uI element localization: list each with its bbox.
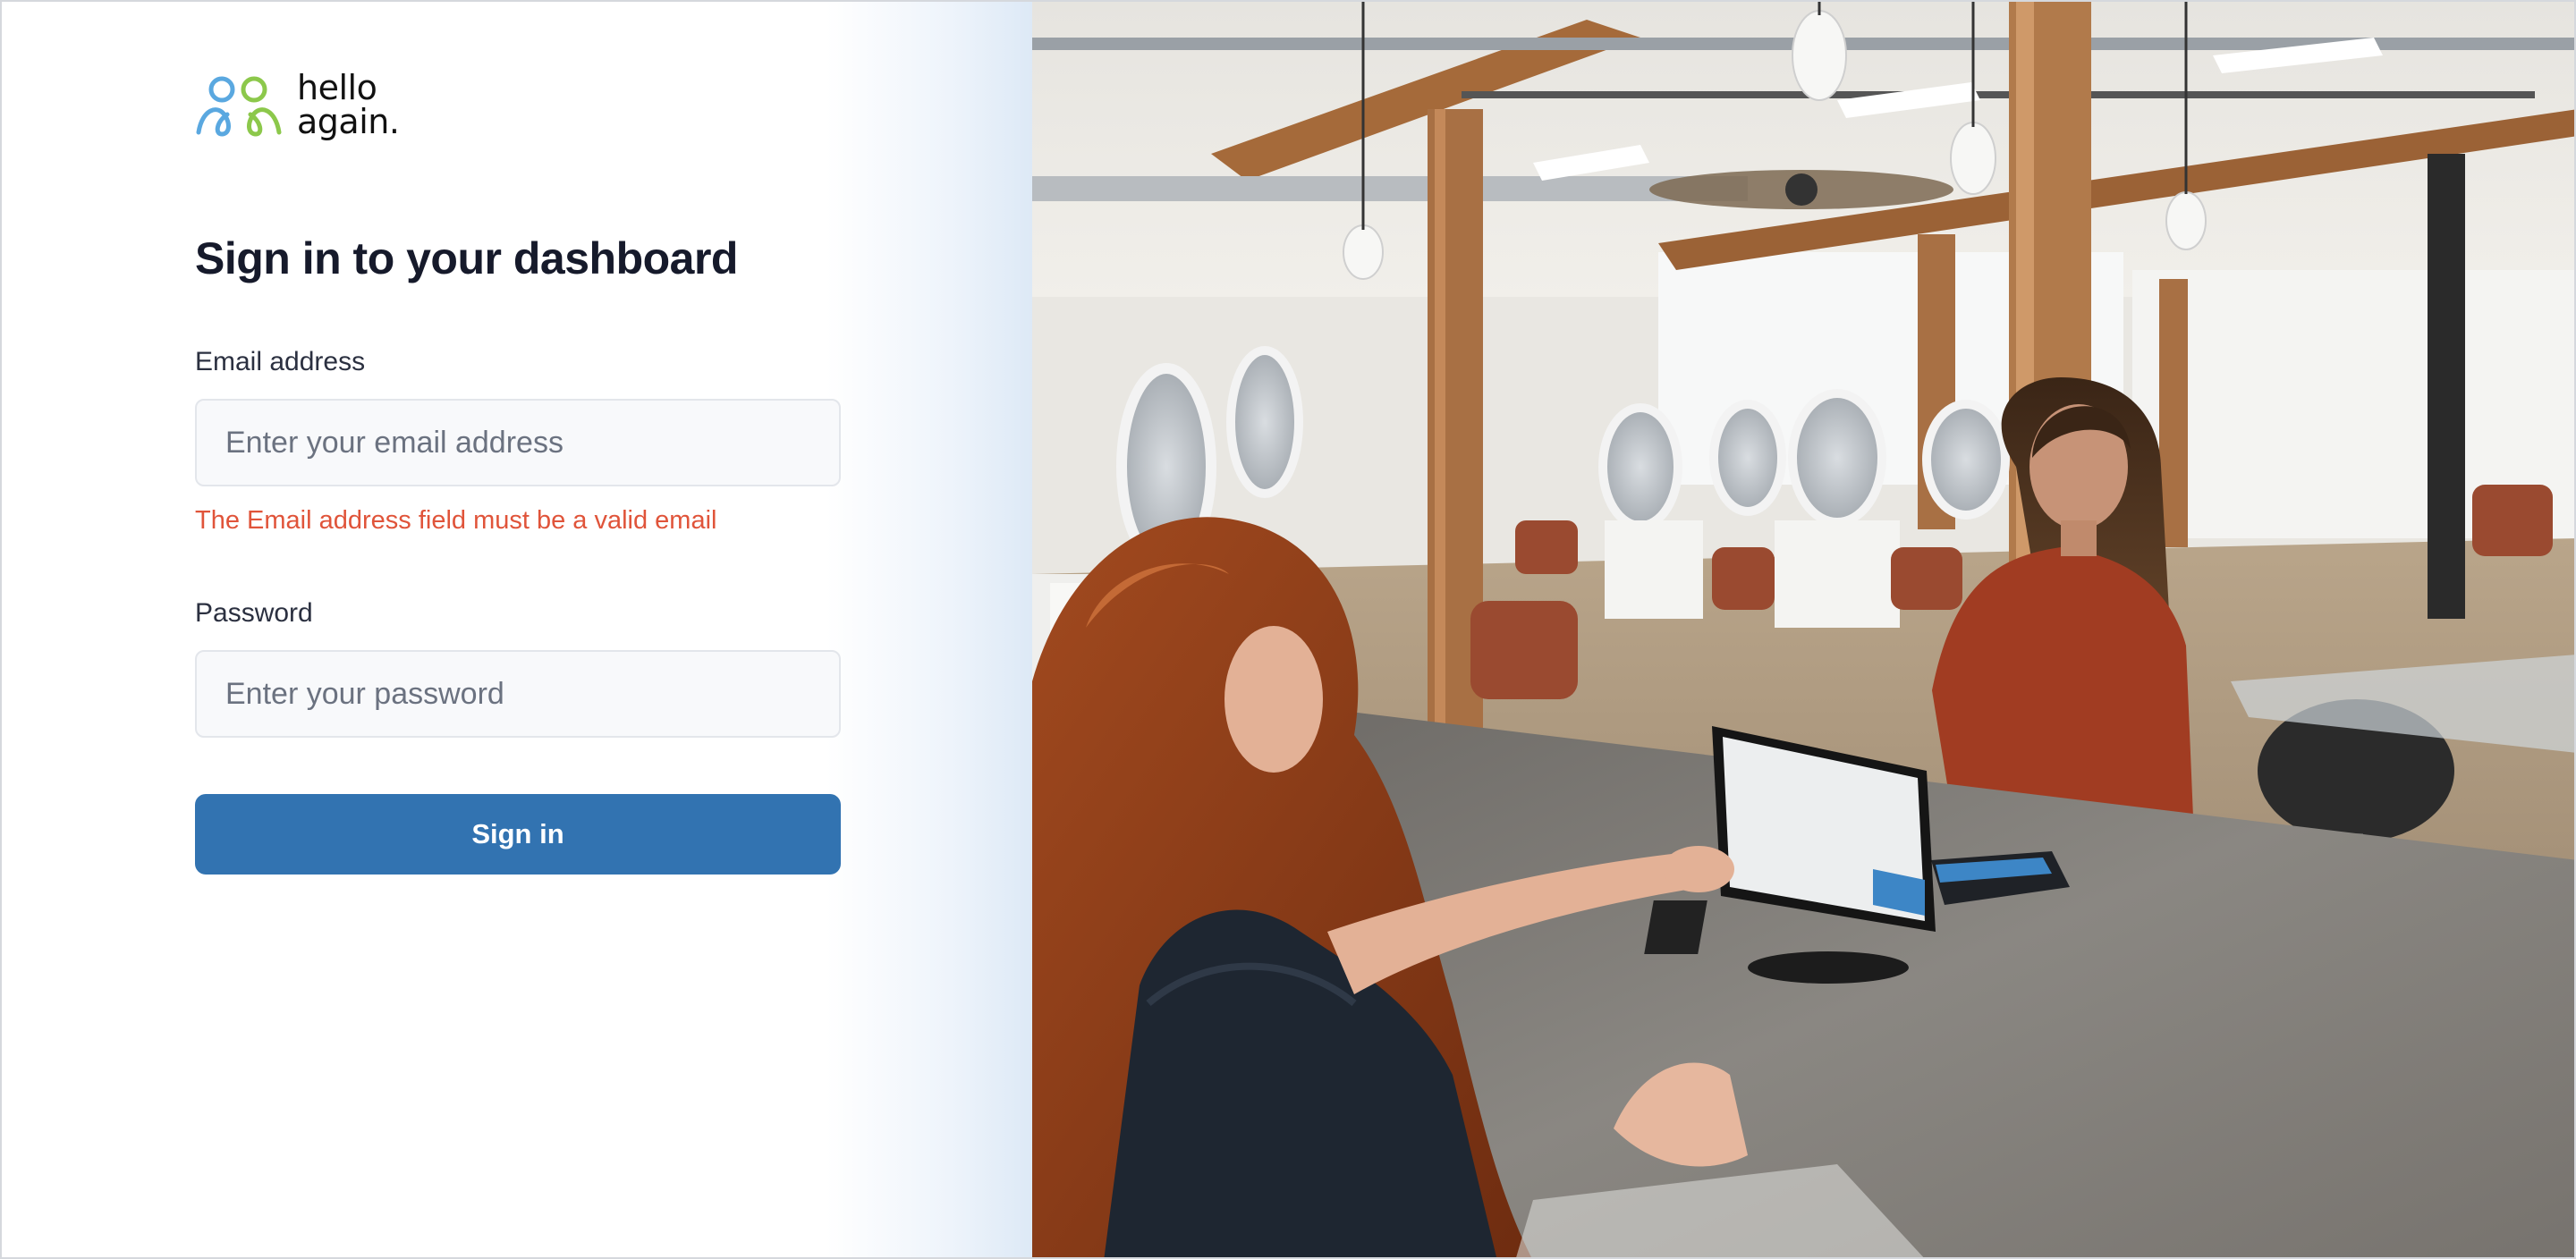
page-title: Sign in to your dashboard (195, 233, 738, 283)
login-panel: hello again. Sign in to your dashboard E… (2, 2, 1032, 1257)
brand-logo: hello again. (195, 68, 400, 141)
two-people-logo-icon (196, 76, 282, 137)
brand-wordmark: hello again. (297, 68, 400, 141)
email-error-message: The Email address field must be a valid … (195, 506, 717, 535)
salon-checkout-photo (1032, 2, 2574, 1257)
hero-illustration (1032, 2, 2574, 1257)
email-label: Email address (195, 347, 366, 376)
password-label: Password (195, 598, 313, 628)
login-page: hello again. Sign in to your dashboard E… (0, 0, 2576, 1259)
sign-in-button[interactable]: Sign in (195, 794, 841, 875)
logo-line-2: again. (297, 102, 400, 141)
email-field[interactable] (195, 399, 841, 486)
logo-line-1: hello (297, 68, 377, 107)
password-field[interactable] (195, 650, 841, 738)
